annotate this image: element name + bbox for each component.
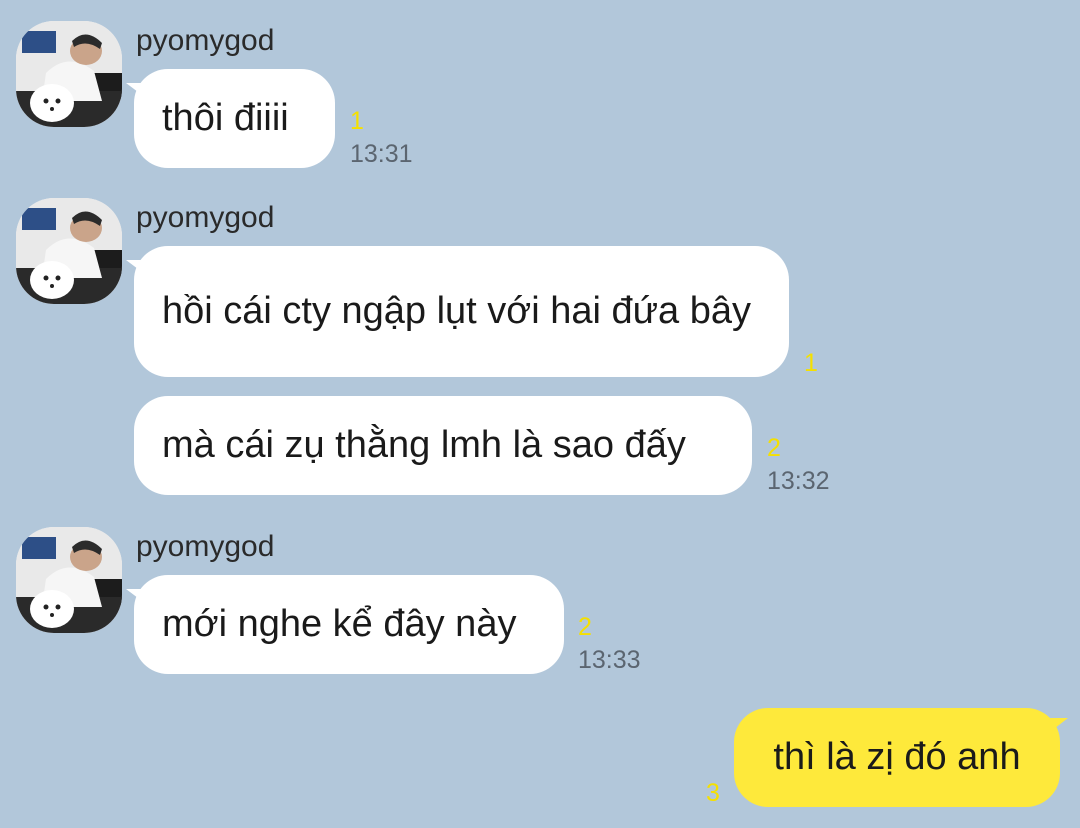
profile-photo-avatar-icon	[16, 198, 122, 304]
message-text: mới nghe kể đây này	[162, 603, 517, 645]
message-bubble[interactable]: hồi cái cty ngập lụt với hai đứa bây	[126, 246, 789, 377]
my-message-bubble[interactable]: thì là zị đó anh	[734, 708, 1068, 807]
message-bubble[interactable]: thôi điiii	[126, 69, 335, 168]
unread-count: 2	[767, 434, 781, 462]
message-text: hồi cái cty ngập lụt với hai đứa bây	[162, 290, 752, 332]
sender-avatar[interactable]	[16, 21, 122, 127]
message-time: 13:32	[767, 467, 830, 495]
profile-photo-avatar-icon	[16, 21, 122, 127]
unread-count: 2	[578, 613, 592, 641]
sender-name: pyomygod	[136, 530, 275, 563]
message-text: thì là zị đó anh	[773, 736, 1021, 778]
unread-count: 3	[706, 779, 720, 807]
message-bubble[interactable]: mà cái zụ thằng lmh là sao đấy	[134, 396, 752, 495]
unread-count: 1	[350, 107, 364, 135]
message-time: 13:31	[350, 140, 413, 168]
message-bubble[interactable]: mới nghe kể đây này	[126, 575, 564, 674]
message-text: thôi điiii	[162, 97, 289, 139]
sender-name: pyomygod	[136, 24, 275, 57]
message-text: mà cái zụ thằng lmh là sao đấy	[162, 424, 686, 466]
unread-count: 1	[804, 349, 818, 377]
sender-avatar[interactable]	[16, 527, 122, 633]
profile-photo-avatar-icon	[16, 527, 122, 633]
sender-avatar[interactable]	[16, 198, 122, 304]
message-time: 13:33	[578, 646, 641, 674]
sender-name: pyomygod	[136, 201, 275, 234]
